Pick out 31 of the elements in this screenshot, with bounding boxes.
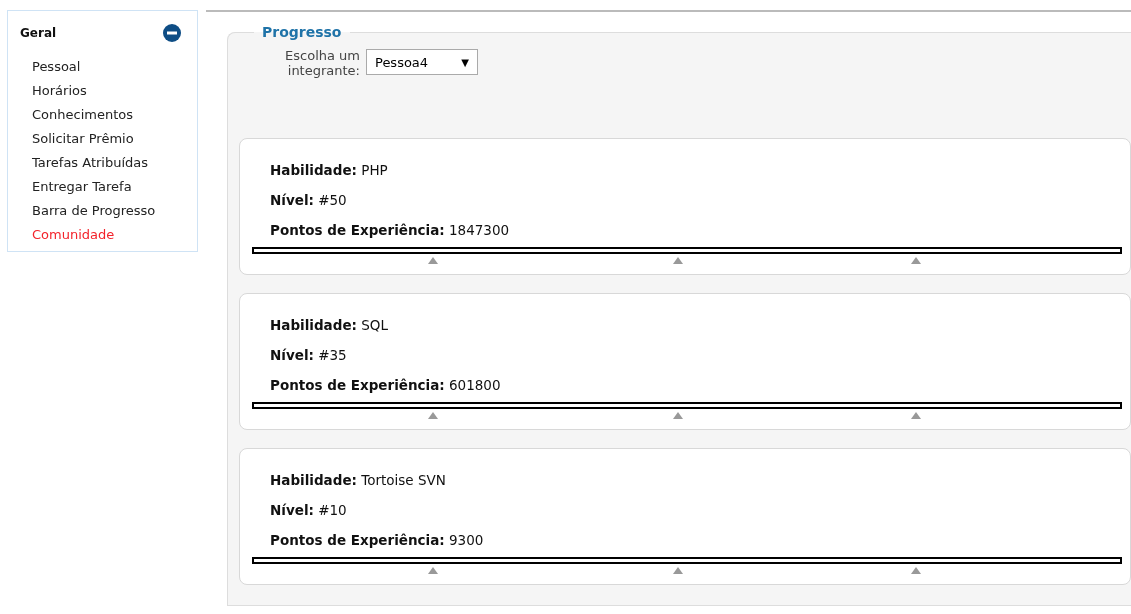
collapse-icon[interactable]	[162, 23, 182, 43]
level-text: Nível: #35	[270, 346, 348, 364]
skill-text: Habilidade: SQL	[270, 316, 389, 334]
menu-item[interactable]: Entregar Tarefa	[32, 175, 197, 199]
marker-icon	[673, 412, 684, 419]
skill-text: Habilidade: Tortoise SVN	[270, 471, 447, 489]
experience-text: Pontos de Experiência: 9300	[270, 531, 485, 549]
marker-icon	[427, 257, 438, 264]
marker-icon	[673, 567, 684, 574]
member-select[interactable]: Pessoa4 ▼	[366, 49, 478, 75]
menu-item[interactable]: Pessoal	[32, 55, 197, 79]
menu-item[interactable]: Barra de Progresso	[32, 199, 197, 223]
menu-item[interactable]: Comunidade	[32, 223, 197, 247]
marker-icon	[910, 257, 921, 264]
skill-text: Habilidade: PHP	[270, 161, 389, 179]
menu-item[interactable]: Conhecimentos	[32, 103, 197, 127]
menu-item[interactable]: Solicitar Prêmio	[32, 127, 197, 151]
marker-icon	[910, 412, 921, 419]
marker-icon	[910, 567, 921, 574]
marker-icon	[673, 257, 684, 264]
marker-icon	[427, 567, 438, 574]
experience-text: Pontos de Experiência: 1847300	[270, 221, 511, 239]
level-text: Nível: #10	[270, 501, 348, 519]
marker-icon	[427, 412, 438, 419]
select-label: Escolha um integrante:	[284, 48, 360, 78]
level-text: Nível: #50	[270, 191, 348, 209]
menu-item[interactable]: Horários	[32, 79, 197, 103]
experience-text: Pontos de Experiência: 601800	[270, 376, 502, 394]
menu-item[interactable]: Tarefas Atribuídas	[32, 151, 197, 175]
sidebar-title: Geral	[20, 26, 57, 40]
section-title: Progresso	[261, 24, 343, 40]
